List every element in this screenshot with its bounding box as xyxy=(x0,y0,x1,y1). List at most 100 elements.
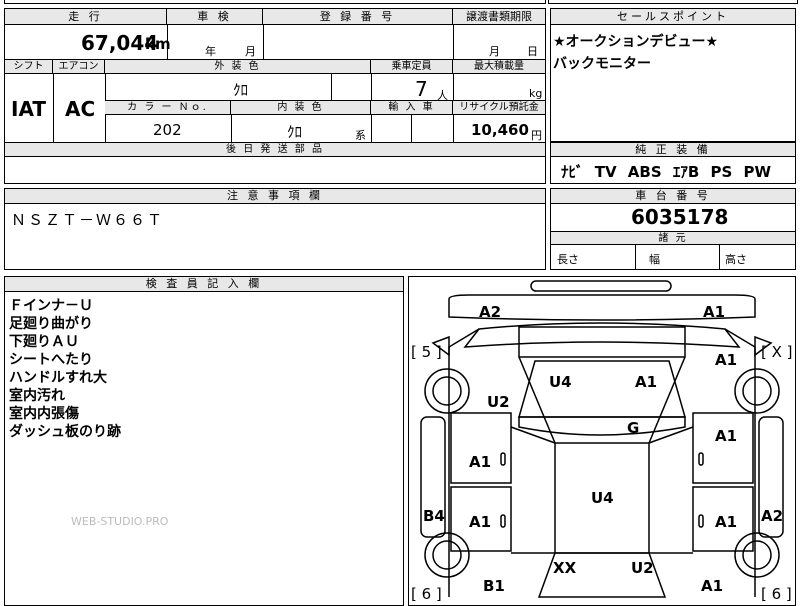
payload-unit: kg xyxy=(529,87,543,100)
exterior-value: ｸﾛ xyxy=(233,81,249,99)
divider xyxy=(719,245,720,269)
mark-right-quarter: A2 xyxy=(761,507,783,525)
right-front-door-shape xyxy=(692,412,754,484)
divider xyxy=(263,25,264,59)
top-row-right-partial xyxy=(548,0,798,4)
dims-width: 幅 xyxy=(649,253,660,266)
exterior-header: 外 装 色 xyxy=(105,60,371,74)
recycle-unit: 円 xyxy=(531,129,542,142)
inspector-box: 検 査 員 記 入 欄 Ｆインナ－Ｕ 足廻り曲がり 下廻りＡＵ シートへたり ハ… xyxy=(4,276,404,606)
registration-header: 登 録 番 号 xyxy=(263,9,453,25)
inspector-line: 下廻りＡＵ xyxy=(9,334,79,350)
inspector-line: ハンドルすれ大 xyxy=(9,370,107,386)
divider xyxy=(411,115,412,142)
interior-value: ｸﾛ xyxy=(287,123,303,141)
inspector-header: 検 査 員 記 入 欄 xyxy=(5,277,403,292)
count-left: [ 5 ] xyxy=(411,343,442,361)
mark-roof: U4 xyxy=(591,489,614,507)
recycle-header: リサイクル預託金 xyxy=(453,101,545,115)
chassis-value: 6035178 xyxy=(631,205,729,229)
inspection-header: 車 検 xyxy=(167,9,263,25)
sales-point-line: ★オークションデビュー★ xyxy=(553,34,719,50)
count-right: [ X ] xyxy=(761,343,793,361)
inspector-line: Ｆインナ－Ｕ xyxy=(9,298,93,314)
mark-hood-right: A1 xyxy=(635,373,657,391)
capacity-header: 乗車定員 xyxy=(371,60,453,74)
mark-hood-left: U4 xyxy=(549,373,572,391)
mark-right-fender: A1 xyxy=(715,351,737,369)
mark-left-front-door: A1 xyxy=(469,453,491,471)
top-row-partial xyxy=(4,0,546,4)
mark-windshield: G xyxy=(627,419,639,437)
shift-value: IAT xyxy=(11,97,47,121)
mark-left-rear: B1 xyxy=(483,577,505,595)
divider xyxy=(231,115,232,142)
import-header: 輸 入 車 xyxy=(371,101,453,115)
mark-rear-glass-left: XX xyxy=(553,559,577,577)
mark-left-rear-door: A1 xyxy=(469,513,491,531)
mark-right-front-door: A1 xyxy=(715,427,737,445)
equipment-box: 純 正 装 備 ﾅﾋﾞ TV ABS ｴｱB PS PW xyxy=(550,142,796,184)
wheel-rear-right xyxy=(734,532,780,578)
mark-right-rear-door: A1 xyxy=(715,513,737,531)
sales-point-box: セールスポイント ★オークションデビュー★ バックモニター xyxy=(550,8,796,142)
inspection-month: 月 xyxy=(245,45,256,58)
color-no-value: 202 xyxy=(153,121,182,139)
wheel-front-left xyxy=(424,368,470,414)
sales-point-line: バックモニター xyxy=(553,56,651,72)
car-diagram: A2 A1 [ 5 ] [ X ] U4 A1 A1 U2 G A1 A1 U4… xyxy=(411,280,793,603)
count-left-bottom: [ 6 ] xyxy=(411,585,442,603)
chassis-header: 車 台 番 号 xyxy=(551,189,795,204)
handle-shape xyxy=(698,514,704,528)
mark-rear-glass-right: U2 xyxy=(631,559,654,577)
car-diagram-box: A2 A1 [ 5 ] [ X ] U4 A1 A1 U2 G A1 A1 U4… xyxy=(408,276,796,606)
mark-right-rear: A1 xyxy=(701,577,723,595)
inspection-year: 年 xyxy=(205,45,216,58)
sales-point-header: セールスポイント xyxy=(551,9,795,25)
mark-left-sill: B4 xyxy=(423,507,445,525)
vehicle-info-grid: 走 行 車 検 登 録 番 号 譲渡書類期限 67,044 km 年 月 月 日… xyxy=(4,8,546,184)
wheel-front-left-hub xyxy=(432,376,462,406)
wheel-front-right xyxy=(734,368,780,414)
left-front-door-shape xyxy=(450,412,512,484)
divider xyxy=(371,115,372,142)
dims-header: 諸 元 xyxy=(551,231,795,245)
front-bumper-shape xyxy=(530,280,672,292)
inspector-line: ダッシュ板のり跡 xyxy=(9,424,121,440)
inspector-line: 室内内張傷 xyxy=(9,406,79,422)
dims-height: 高さ xyxy=(725,253,747,266)
color-no-header: カ ラ ー Ｎｏ. xyxy=(105,101,231,115)
divider xyxy=(331,74,332,100)
inspector-line: 足廻り曲がり xyxy=(9,316,93,332)
wheel-rear-left xyxy=(424,532,470,578)
notes-header: 注 意 事 項 欄 xyxy=(5,189,545,204)
dims-length: 長さ xyxy=(557,253,579,266)
mileage-header: 走 行 xyxy=(5,9,167,25)
windshield-shape xyxy=(518,360,686,418)
wheel-rear-right-hub xyxy=(742,540,772,570)
equipment-header: 純 正 装 備 xyxy=(551,143,795,157)
mileage-unit: km xyxy=(145,35,171,53)
later-parts-header: 後 日 発 送 部 品 xyxy=(5,143,545,157)
mark-front-right: A1 xyxy=(703,303,725,321)
ac-header: エアコン xyxy=(53,60,105,74)
transfer-header: 譲渡書類期限 xyxy=(453,9,545,25)
handle-shape xyxy=(500,514,506,528)
dash-shape xyxy=(518,416,686,436)
handle-shape xyxy=(500,452,506,466)
interior-unit: 系 xyxy=(355,129,366,142)
capacity-value: 7 xyxy=(415,77,428,101)
divider xyxy=(53,74,54,142)
shift-header: シフト xyxy=(5,60,53,74)
notes-value: ＮＳＺＴ－Ｗ６６Ｔ xyxy=(11,211,165,229)
inspector-line: シートへたり xyxy=(9,352,93,368)
mark-left-pillar: U2 xyxy=(487,393,510,411)
ac-value: AC xyxy=(65,97,96,121)
transfer-month: 月 xyxy=(489,45,500,58)
watermark: WEB-STUDIO.PRO xyxy=(71,515,169,528)
transfer-day: 日 xyxy=(527,45,538,58)
inspector-line: 室内汚れ xyxy=(9,388,65,404)
wheel-rear-left-hub xyxy=(432,540,462,570)
divider xyxy=(635,245,636,269)
divider xyxy=(453,25,454,59)
